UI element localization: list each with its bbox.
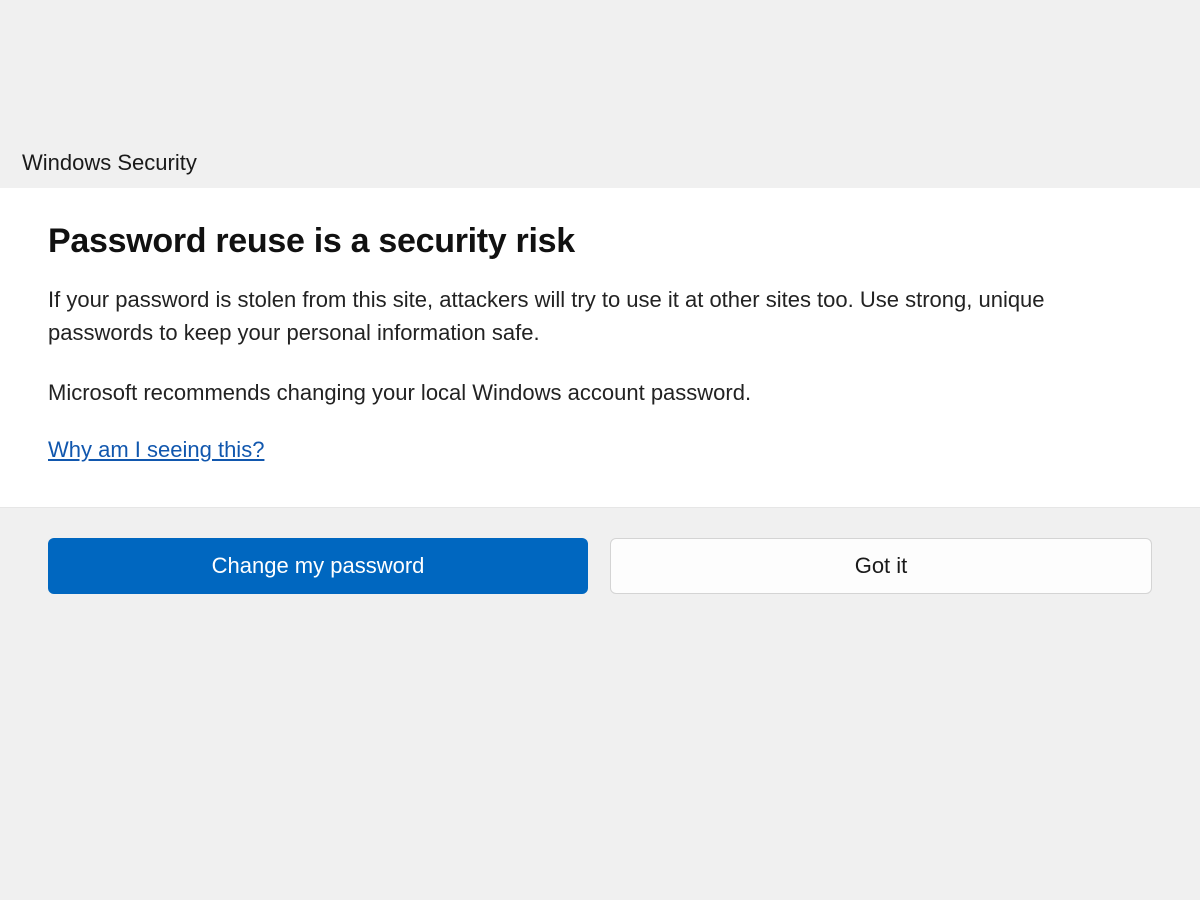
window-title: Windows Security	[0, 150, 1200, 188]
dialog-button-row: Change my password Got it	[0, 508, 1200, 624]
dialog-description-2: Microsoft recommends changing your local…	[48, 377, 1152, 409]
dialog-body: Password reuse is a security risk If you…	[0, 188, 1200, 508]
dialog-heading: Password reuse is a security risk	[48, 222, 1152, 261]
dialog-description-1: If your password is stolen from this sit…	[48, 283, 1152, 349]
change-password-button[interactable]: Change my password	[48, 538, 588, 594]
why-seeing-this-link[interactable]: Why am I seeing this?	[48, 437, 264, 463]
got-it-button[interactable]: Got it	[610, 538, 1152, 594]
security-dialog: Windows Security Password reuse is a sec…	[0, 150, 1200, 624]
